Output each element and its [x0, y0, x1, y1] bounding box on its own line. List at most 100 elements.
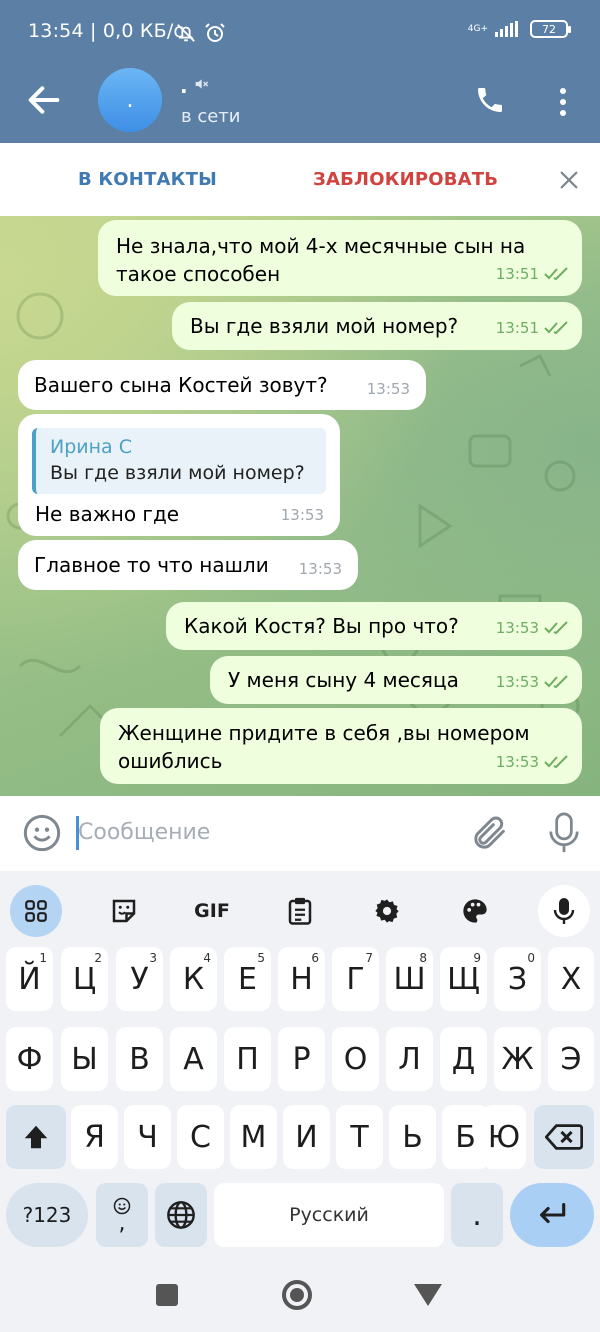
theme-button[interactable] [449, 885, 501, 937]
key-label: Д [451, 1041, 476, 1077]
key[interactable]: Е5 [224, 947, 271, 1011]
message-bubble-incoming[interactable]: Вашего сына Костей зовут? 13:53 [18, 360, 426, 410]
emoji-comma-key[interactable]: , [96, 1183, 148, 1247]
symbols-key[interactable]: ?123 [6, 1183, 88, 1247]
message-time: 13:51 [495, 319, 539, 337]
system-nav-bar [0, 1260, 600, 1332]
backspace-key[interactable] [534, 1105, 594, 1169]
key[interactable]: Ц2 [61, 947, 108, 1011]
key[interactable]: Д [440, 1027, 487, 1091]
keyboard-settings-button[interactable] [361, 885, 413, 937]
gear-icon [375, 899, 399, 923]
enter-key[interactable] [510, 1183, 594, 1247]
key-hint: 2 [94, 951, 102, 965]
grid-icon [25, 900, 47, 922]
key-hint: 0 [527, 951, 535, 965]
key[interactable]: Ь [389, 1105, 436, 1169]
microphone-icon[interactable] [546, 811, 582, 855]
key[interactable]: Щ9 [440, 947, 487, 1011]
sticker-button[interactable] [98, 885, 150, 937]
status-bar: 13:54 | 0,0 КБ/с 4G+ 72 [0, 0, 600, 62]
key[interactable]: Ш8 [386, 947, 433, 1011]
emoji-icon[interactable] [22, 813, 62, 853]
key[interactable]: Ф [6, 1027, 53, 1091]
message-input[interactable] [78, 812, 438, 852]
key[interactable]: Т [336, 1105, 383, 1169]
key[interactable]: Х [548, 947, 594, 1011]
block-button[interactable]: ЗАБЛОКИРОВАТЬ [313, 169, 498, 190]
key-label: Ф [16, 1041, 43, 1077]
key[interactable]: С [177, 1105, 224, 1169]
home-icon[interactable] [282, 1280, 312, 1310]
keyboard: GIF Й1 Ц2 У3 К4 Е5 Н6 Г7 Ш8 Щ9 З0 Х Ф Ы … [0, 871, 600, 1260]
key[interactable]: А [170, 1027, 217, 1091]
key[interactable]: О [332, 1027, 379, 1091]
key-label: Л [398, 1041, 421, 1077]
key[interactable]: Л [386, 1027, 433, 1091]
add-contact-button[interactable]: В КОНТАКТЫ [78, 169, 217, 190]
shift-key[interactable] [6, 1105, 66, 1169]
alarm-icon [205, 23, 225, 42]
period-key[interactable]: . [451, 1183, 503, 1247]
language-key[interactable] [155, 1183, 207, 1247]
key[interactable]: Я [71, 1105, 118, 1169]
message-time: 13:53 [495, 619, 539, 637]
key[interactable]: П [224, 1027, 271, 1091]
message-bubble-incoming-reply[interactable]: Ирина С Вы где взяли мой номер? Не важно… [18, 414, 340, 536]
space-key[interactable]: Русский [214, 1183, 444, 1247]
key[interactable]: Г7 [332, 947, 379, 1011]
contact-name[interactable]: . [180, 74, 188, 98]
key-label: Г [346, 961, 365, 997]
gif-label: GIF [194, 900, 230, 922]
key[interactable]: К4 [170, 947, 217, 1011]
signal-icon [495, 21, 518, 37]
key-label: Э [560, 1041, 582, 1077]
gif-button[interactable]: GIF [186, 885, 238, 937]
key-label: О [343, 1041, 368, 1077]
key-label: Н [290, 961, 313, 997]
more-menu-icon[interactable] [556, 86, 570, 118]
back-arrow-icon[interactable] [24, 80, 64, 120]
message-time: 13:51 [495, 265, 539, 283]
sticker-icon [112, 899, 136, 923]
clipboard-button[interactable] [274, 885, 326, 937]
key[interactable]: Р [278, 1027, 325, 1091]
message-bubble-incoming[interactable]: Главное то что нашли 13:53 [18, 540, 358, 590]
recents-icon[interactable] [156, 1284, 178, 1306]
key-label: М [240, 1119, 267, 1155]
message-meta: 13:53 [496, 614, 570, 642]
paperclip-icon[interactable] [470, 813, 510, 853]
key[interactable]: Й1 [6, 947, 53, 1011]
reply-quote[interactable]: Ирина С Вы где взяли мой номер? [32, 428, 326, 494]
chat-area[interactable]: Не знала,что мой 4-х месячные сын на так… [0, 216, 600, 796]
space-label: Русский [289, 1204, 369, 1226]
key[interactable]: И [283, 1105, 330, 1169]
key[interactable]: Э [548, 1027, 594, 1091]
message-bubble-outgoing[interactable]: Какой Костя? Вы про что? 13:53 [166, 602, 582, 650]
key-hint: 1 [39, 951, 47, 965]
period-label: . [472, 1197, 482, 1233]
message-bubble-outgoing[interactable]: Женщине придите в себя ,вы номером ошибл… [100, 708, 582, 784]
message-bubble-outgoing[interactable]: Вы где взяли мой номер? 13:51 [172, 302, 582, 350]
key[interactable]: Ж [494, 1027, 541, 1091]
key[interactable]: Н6 [278, 947, 325, 1011]
message-bubble-outgoing[interactable]: У меня сыну 4 месяца 13:53 [210, 656, 582, 704]
key[interactable]: Ю [482, 1105, 526, 1169]
close-icon[interactable] [558, 169, 580, 191]
key-label: К [182, 961, 205, 997]
key-label: Ц [72, 961, 97, 997]
keyboard-apps-button[interactable] [10, 885, 62, 937]
network-type: 4G+ [467, 23, 488, 34]
key[interactable]: М [230, 1105, 277, 1169]
key[interactable]: Ч [124, 1105, 171, 1169]
key[interactable]: У3 [116, 947, 163, 1011]
key-hint: 8 [419, 951, 427, 965]
message-bubble-outgoing[interactable]: Не знала,что мой 4-х месячные сын на так… [98, 220, 582, 296]
avatar[interactable]: . [98, 68, 162, 132]
voice-typing-button[interactable] [538, 885, 590, 937]
key[interactable]: З0 [494, 947, 541, 1011]
back-triangle-icon[interactable] [414, 1284, 442, 1306]
phone-icon[interactable] [474, 84, 506, 116]
key[interactable]: Ы [61, 1027, 108, 1091]
key[interactable]: В [116, 1027, 163, 1091]
